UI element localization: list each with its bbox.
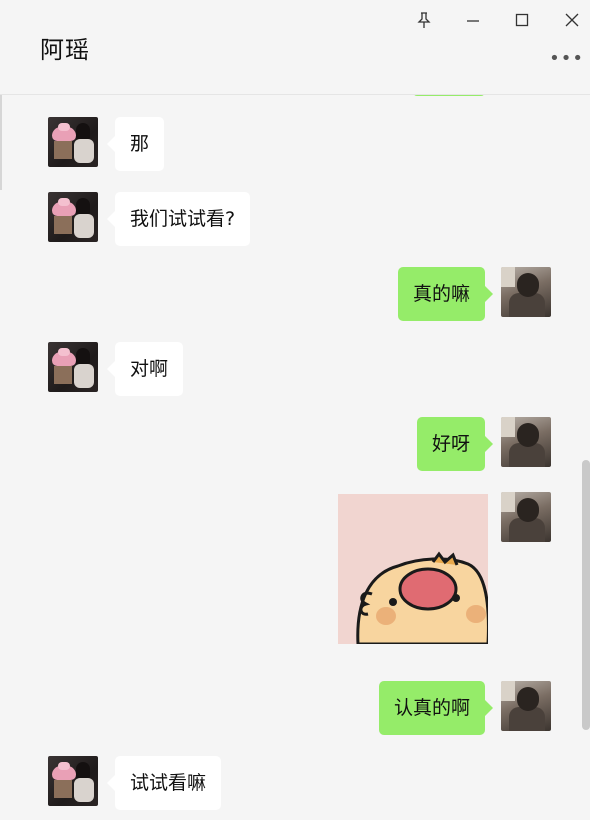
- contact-avatar[interactable]: [48, 756, 98, 806]
- minimize-icon: [467, 20, 479, 22]
- my-avatar[interactable]: [501, 267, 551, 317]
- more-options-button[interactable]: •••: [549, 48, 584, 69]
- outgoing-message-bubble[interactable]: 认真的啊: [378, 681, 494, 735]
- message-list[interactable]: 那 我们试试看? 真的嘛 对啊 好呀 认真的啊 试试看嘛: [0, 94, 590, 820]
- incoming-message-bubble[interactable]: 那: [106, 117, 165, 171]
- incoming-message-bubble[interactable]: 我们试试看?: [106, 192, 251, 246]
- contact-avatar[interactable]: [48, 192, 98, 242]
- minimize-button[interactable]: [460, 8, 486, 32]
- incoming-message-bubble[interactable]: 试试看嘛: [106, 756, 222, 810]
- chat-header: 阿瑶 •••: [0, 0, 590, 95]
- sticker-image[interactable]: [338, 494, 488, 644]
- incoming-message-bubble[interactable]: 对啊: [106, 342, 184, 396]
- maximize-button[interactable]: [509, 8, 535, 32]
- close-icon: [565, 13, 579, 27]
- close-button[interactable]: [559, 8, 585, 32]
- outgoing-message-bubble[interactable]: 真的嘛: [397, 267, 494, 321]
- my-avatar[interactable]: [501, 681, 551, 731]
- maximize-icon: [515, 13, 529, 27]
- pin-button[interactable]: [411, 8, 437, 32]
- my-avatar[interactable]: [501, 417, 551, 467]
- pin-icon: [417, 12, 431, 28]
- chat-title: 阿瑶: [40, 36, 90, 64]
- chat-scrollbar[interactable]: [582, 460, 590, 730]
- my-avatar[interactable]: [501, 492, 551, 542]
- contact-avatar[interactable]: [48, 342, 98, 392]
- outgoing-message-bubble[interactable]: 好呀: [416, 417, 494, 471]
- hamster-sticker-icon: [338, 494, 488, 644]
- contact-avatar[interactable]: [48, 117, 98, 167]
